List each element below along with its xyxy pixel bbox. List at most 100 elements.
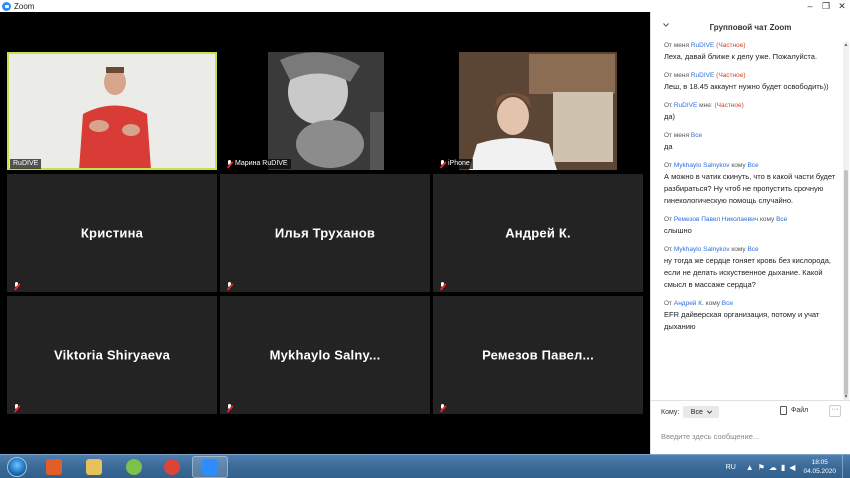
participant-tile[interactable]: Кристина: [7, 174, 217, 292]
participant-tile[interactable]: iPhone: [433, 52, 643, 170]
participant-name: iPhone: [448, 160, 470, 167]
taskbar-app[interactable]: [76, 456, 112, 478]
file-button[interactable]: Файл: [780, 406, 808, 415]
participant-display-name: Ремезов Павел...: [482, 347, 594, 363]
participant-video-icon: [220, 52, 430, 170]
chat-message-input[interactable]: [661, 432, 841, 441]
video-gallery: RuDIVE Марина RuDIVE iPhone Кристина Иль…: [0, 12, 650, 454]
chat-panel: Групповой чат Zoom От меня RuDIVE (Частн…: [650, 12, 850, 454]
participant-video-icon: [433, 52, 643, 170]
participant-tile[interactable]: Viktoria Shiryaeva: [7, 296, 217, 414]
muted-microphone-icon: [226, 404, 233, 412]
participant-name-label: [436, 403, 449, 413]
message-prefix: От: [664, 102, 673, 109]
chat-message-meta: От RuDIVE мне: (Частное): [664, 102, 837, 109]
chat-message-list: От меня RuDIVE (Частное) Леха, давай бли…: [651, 42, 843, 400]
recipient-select[interactable]: Все: [683, 406, 720, 418]
taskbar-app[interactable]: [36, 456, 72, 478]
window-controls: – ❐ ✕: [802, 0, 850, 12]
chat-message-text: да: [664, 142, 673, 151]
participant-tile[interactable]: RuDIVE: [7, 52, 217, 170]
message-prefix: От меня: [664, 42, 690, 49]
chat-message-meta: От меня RuDIVE (Частное): [664, 72, 837, 79]
chevron-down-icon[interactable]: [663, 22, 669, 28]
recipient-value: Все: [690, 408, 703, 416]
taskbar-app[interactable]: [154, 456, 190, 478]
flag-icon[interactable]: ⚑: [758, 463, 765, 472]
message-recipient: Все: [721, 300, 733, 307]
cloud-icon[interactable]: ☁: [769, 463, 777, 472]
participant-display-name: Илья Труханов: [274, 225, 376, 241]
screen: Zoom – ❐ ✕ RuDIVE Марина RuDIVE iPhone К…: [0, 0, 850, 478]
participant-tile[interactable]: Ремезов Павел...: [433, 296, 643, 414]
message-sender: RuDIVE: [690, 42, 715, 49]
system-tray: RU ▲ ⚑ ☁ ▮ ◀ 18:05 04.05.2020: [726, 455, 850, 478]
clock-date: 04.05.2020: [803, 468, 836, 475]
participant-name-label: [223, 403, 236, 413]
clock[interactable]: 18:05 04.05.2020: [803, 458, 836, 476]
muted-microphone-icon: [439, 160, 446, 168]
clock-time: 18:05: [811, 459, 828, 466]
participant-tile[interactable]: Андрей К.: [433, 174, 643, 292]
chat-scrollbar[interactable]: ▲ ▼: [843, 42, 849, 400]
chat-message: От Ремезов Павел Николаевич кому Все слы…: [664, 216, 837, 237]
muted-microphone-icon: [226, 282, 233, 290]
muted-microphone-icon: [226, 160, 233, 168]
private-tag: (Частное): [716, 42, 746, 49]
message-prefix: От: [664, 216, 673, 223]
message-prefix: От меня: [664, 132, 690, 139]
chat-message: От Mykhaylo Salnykov кому Все ну тогда ж…: [664, 246, 837, 291]
participant-tile[interactable]: Марина RuDIVE: [220, 52, 430, 170]
message-sender: Mykhaylo Salnykov: [673, 162, 730, 169]
chat-message-meta: От Mykhaylo Salnykov кому Все: [664, 246, 837, 253]
private-tag: (Частное): [716, 72, 746, 79]
language-indicator[interactable]: RU: [726, 464, 736, 471]
participant-name-label: [10, 281, 23, 291]
message-prefix: От: [664, 300, 673, 307]
message-sender: RuDIVE: [690, 72, 715, 79]
chevron-down-icon: [706, 410, 712, 414]
participant-display-name: Mykhaylo Salny...: [269, 347, 381, 363]
file-icon: [780, 406, 787, 415]
chat-message-text: Леха, давай ближе к делу уже. Пожалуйста…: [664, 52, 818, 61]
volume-icon[interactable]: ◀: [789, 463, 795, 472]
participant-name-label: RuDIVE: [10, 159, 42, 169]
message-prefix: От: [664, 246, 673, 253]
muted-microphone-icon: [13, 282, 20, 290]
message-connector: кому: [731, 246, 746, 253]
taskbar-app[interactable]: [116, 456, 152, 478]
more-options-button[interactable]: ···: [829, 405, 841, 417]
scroll-up-icon[interactable]: ▲: [843, 42, 849, 48]
chat-message: От меня Все да: [664, 132, 837, 153]
chrome-icon: [164, 459, 180, 475]
chat-title: Групповой чат Zoom: [709, 22, 792, 32]
participant-tile[interactable]: Илья Труханов: [220, 174, 430, 292]
chat-message-text: да): [664, 112, 676, 121]
message-sender: Ремезов Павел Николаевич: [673, 216, 759, 223]
chat-message-meta: От Ремезов Павел Николаевич кому Все: [664, 216, 837, 223]
taskbar: RU ▲ ⚑ ☁ ▮ ◀ 18:05 04.05.2020: [0, 454, 850, 478]
participant-tile[interactable]: Mykhaylo Salny...: [220, 296, 430, 414]
chat-message-text: Леш, в 18.45 аккаунт нужно будет освобод…: [664, 82, 829, 91]
show-desktop-button[interactable]: [842, 455, 850, 478]
participant-name-label: [10, 403, 23, 413]
muted-microphone-icon: [13, 404, 20, 412]
start-button[interactable]: [2, 456, 32, 478]
taskbar-app[interactable]: [192, 456, 228, 478]
message-sender: Все: [690, 132, 703, 139]
participant-name-label: Марина RuDIVE: [223, 159, 291, 169]
chat-message: От меня RuDIVE (Частное) Леш, в 18.45 ак…: [664, 72, 837, 93]
chat-message-meta: От Mykhaylo Salnykov кому Все: [664, 162, 837, 169]
chat-header: Групповой чат Zoom: [651, 12, 850, 42]
minimize-button[interactable]: –: [802, 0, 818, 12]
picasa-icon: [126, 459, 142, 475]
restore-button[interactable]: ❐: [818, 0, 834, 12]
network-icon[interactable]: ▮: [781, 463, 785, 472]
participant-name-label: [223, 281, 236, 291]
close-button[interactable]: ✕: [834, 0, 850, 12]
scrollbar-thumb[interactable]: [844, 170, 848, 395]
windows-logo-icon: [7, 457, 27, 477]
message-sender: Андрей К.: [673, 300, 704, 307]
participant-name-label: [436, 281, 449, 291]
tray-expand-icon[interactable]: ▲: [746, 463, 754, 472]
